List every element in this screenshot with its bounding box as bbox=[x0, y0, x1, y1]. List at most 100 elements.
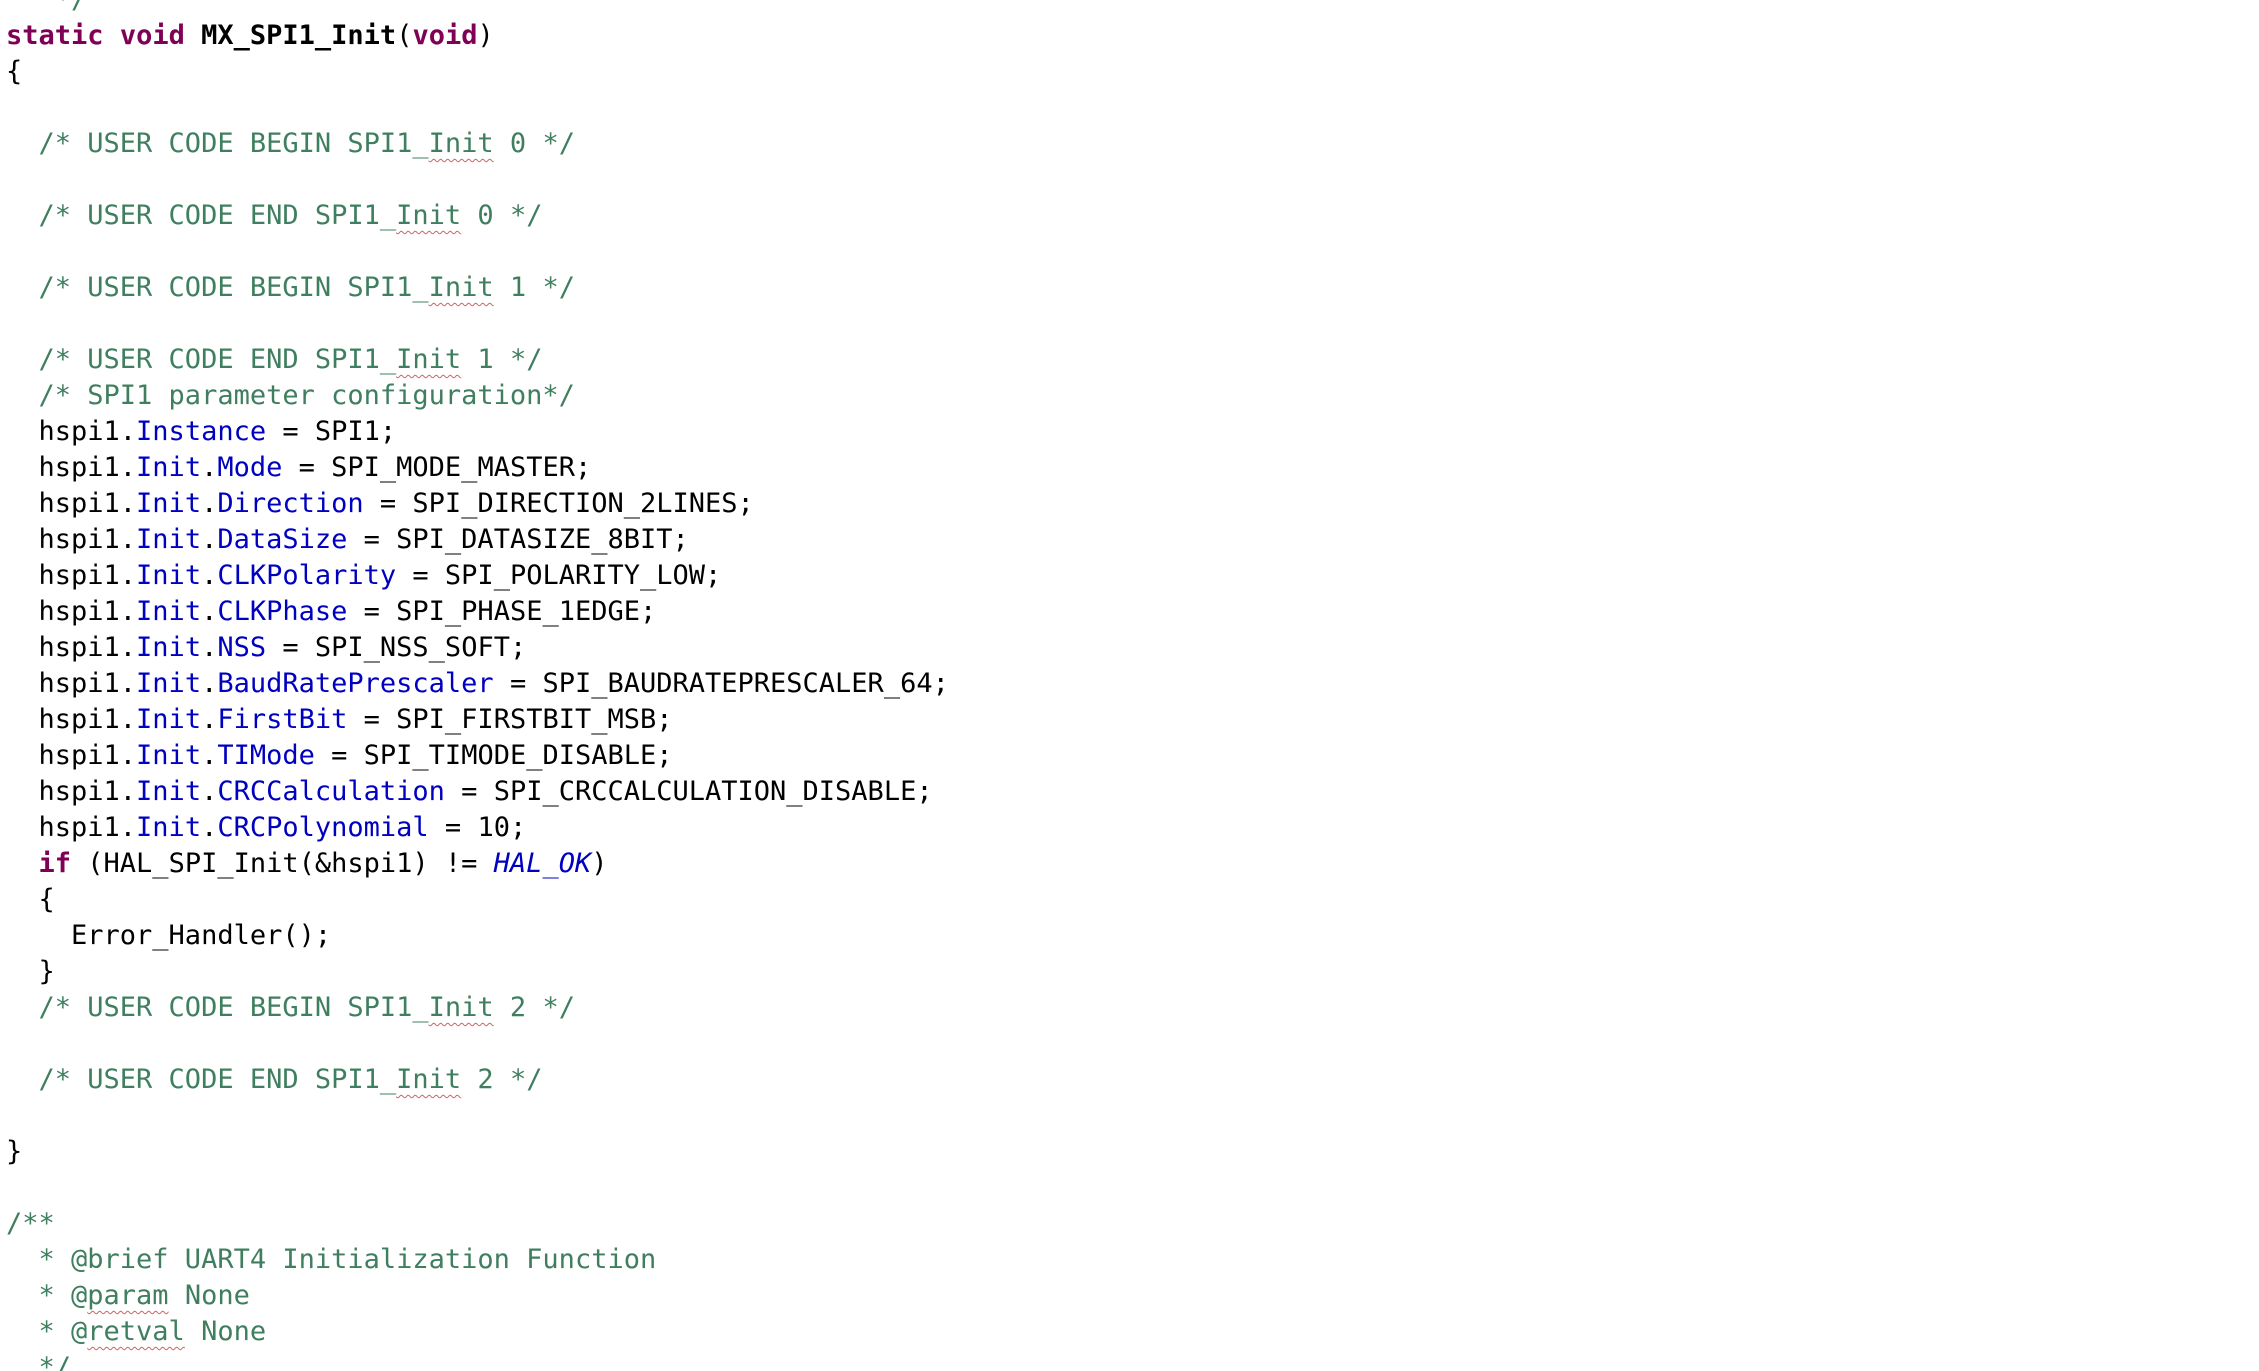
code-line[interactable]: * @brief UART4 Initialization Function bbox=[6, 1242, 949, 1278]
code-line[interactable]: /* USER CODE BEGIN SPI1_Init 0 */ bbox=[6, 126, 949, 162]
code-line[interactable]: /* USER CODE END SPI1_Init 0 */ bbox=[6, 198, 949, 234]
code-text: hspi1. bbox=[6, 488, 137, 519]
comment-token: None bbox=[168, 1280, 250, 1311]
code-line[interactable]: /* SPI1 parameter configuration*/ bbox=[6, 378, 949, 414]
field-token: Init bbox=[136, 452, 202, 483]
code-line[interactable]: hspi1.Init.FirstBit = SPI_FIRSTBIT_MSB; bbox=[6, 702, 949, 738]
spell-check-warning: Init bbox=[428, 272, 494, 303]
code-text: = SPI_NSS_SOFT; bbox=[266, 632, 527, 663]
field-token: DataSize bbox=[217, 524, 348, 555]
code-text-area[interactable]: */static void MX_SPI1_Init(void){ /* USE… bbox=[6, 0, 949, 1371]
code-text: = SPI_DIRECTION_2LINES; bbox=[363, 488, 754, 519]
code-text: . bbox=[201, 560, 218, 591]
comment-token: * @ bbox=[6, 1280, 88, 1311]
code-line[interactable]: static void MX_SPI1_Init(void) bbox=[6, 18, 949, 54]
code-line[interactable]: hspi1.Init.NSS = SPI_NSS_SOFT; bbox=[6, 630, 949, 666]
code-line[interactable] bbox=[6, 1098, 949, 1134]
keyword-token: if bbox=[38, 848, 72, 879]
comment-token: 0 */ bbox=[461, 200, 543, 231]
code-line[interactable] bbox=[6, 162, 949, 198]
code-text: hspi1. bbox=[6, 596, 137, 627]
code-line[interactable]: /** bbox=[6, 1206, 949, 1242]
code-text: = SPI_MODE_MASTER; bbox=[282, 452, 592, 483]
keyword-token: void bbox=[412, 20, 478, 51]
field-token: Init bbox=[136, 776, 202, 807]
field-token: Init bbox=[136, 704, 202, 735]
code-line[interactable]: if (HAL_SPI_Init(&hspi1) != HAL_OK) bbox=[6, 846, 949, 882]
code-text: Error_Handler(); bbox=[6, 920, 332, 951]
code-line[interactable]: /* USER CODE END SPI1_Init 1 */ bbox=[6, 342, 949, 378]
comment-token: 2 */ bbox=[493, 992, 575, 1023]
comment-token: /* USER CODE END SPI1_ bbox=[6, 200, 397, 231]
code-line[interactable]: { bbox=[6, 882, 949, 918]
code-line[interactable]: /* USER CODE END SPI1_Init 2 */ bbox=[6, 1062, 949, 1098]
code-line[interactable]: hspi1.Init.DataSize = SPI_DATASIZE_8BIT; bbox=[6, 522, 949, 558]
field-token: BaudRatePrescaler bbox=[217, 668, 494, 699]
code-line[interactable]: hspi1.Init.TIMode = SPI_TIMODE_DISABLE; bbox=[6, 738, 949, 774]
code-text: (HAL_SPI_Init(&hspi1) != bbox=[71, 848, 494, 879]
code-editor[interactable]: */static void MX_SPI1_Init(void){ /* USE… bbox=[0, 0, 2259, 1371]
code-text: hspi1. bbox=[6, 560, 137, 591]
comment-token: /* SPI1 parameter configuration*/ bbox=[6, 380, 575, 411]
field-token: FirstBit bbox=[217, 704, 348, 735]
code-text: hspi1. bbox=[6, 704, 137, 735]
code-text: { bbox=[6, 884, 55, 915]
code-text: hspi1. bbox=[6, 416, 137, 447]
code-line[interactable] bbox=[6, 1026, 949, 1062]
field-token: Init bbox=[136, 488, 202, 519]
code-text: hspi1. bbox=[6, 668, 137, 699]
code-line[interactable]: { bbox=[6, 54, 949, 90]
code-line[interactable]: hspi1.Init.Mode = SPI_MODE_MASTER; bbox=[6, 450, 949, 486]
code-line[interactable] bbox=[6, 1170, 949, 1206]
code-line[interactable]: hspi1.Init.CRCCalculation = SPI_CRCCALCU… bbox=[6, 774, 949, 810]
field-token: Init bbox=[136, 596, 202, 627]
field-token: Init bbox=[136, 524, 202, 555]
field-token: Instance bbox=[136, 416, 267, 447]
code-line[interactable]: } bbox=[6, 954, 949, 990]
comment-token: /* USER CODE END SPI1_ bbox=[6, 344, 397, 375]
code-line[interactable]: hspi1.Init.CLKPolarity = SPI_POLARITY_LO… bbox=[6, 558, 949, 594]
code-line[interactable]: } bbox=[6, 1134, 949, 1170]
comment-token: /* USER CODE END SPI1_ bbox=[6, 1064, 397, 1095]
comment-token: 1 */ bbox=[493, 272, 575, 303]
code-text: ) bbox=[591, 848, 608, 879]
code-line[interactable]: * @param None bbox=[6, 1278, 949, 1314]
code-line[interactable] bbox=[6, 90, 949, 126]
function-name-token: MX_SPI1_Init bbox=[201, 20, 397, 51]
code-line[interactable]: Error_Handler(); bbox=[6, 918, 949, 954]
code-line[interactable] bbox=[6, 306, 949, 342]
code-line[interactable]: hspi1.Init.CLKPhase = SPI_PHASE_1EDGE; bbox=[6, 594, 949, 630]
spell-check-warning: param bbox=[87, 1280, 169, 1311]
comment-token: 1 */ bbox=[461, 344, 543, 375]
enum-constant-token: HAL_OK bbox=[493, 848, 592, 879]
comment-token: 0 */ bbox=[493, 128, 575, 159]
code-line[interactable]: hspi1.Init.BaudRatePrescaler = SPI_BAUDR… bbox=[6, 666, 949, 702]
code-text: hspi1. bbox=[6, 632, 137, 663]
field-token: Init bbox=[136, 812, 202, 843]
spell-check-warning: Init bbox=[428, 992, 494, 1023]
code-line[interactable]: */ bbox=[6, 0, 949, 18]
code-text: = SPI1; bbox=[266, 416, 397, 447]
spell-check-warning: Init bbox=[396, 200, 462, 231]
code-text: hspi1. bbox=[6, 524, 137, 555]
field-token: Init bbox=[136, 740, 202, 771]
code-text: ( bbox=[396, 20, 413, 51]
spell-check-warning: Init bbox=[396, 1064, 462, 1095]
field-token: Init bbox=[136, 668, 202, 699]
code-line[interactable]: /* USER CODE BEGIN SPI1_Init 1 */ bbox=[6, 270, 949, 306]
code-line[interactable] bbox=[6, 234, 949, 270]
code-text: . bbox=[201, 524, 218, 555]
code-line[interactable]: hspi1.Init.Direction = SPI_DIRECTION_2LI… bbox=[6, 486, 949, 522]
code-line[interactable]: */ bbox=[6, 1350, 949, 1371]
code-text: = SPI_POLARITY_LOW; bbox=[396, 560, 722, 591]
comment-token: */ bbox=[6, 0, 88, 15]
code-text: . bbox=[201, 704, 218, 735]
field-token: CLKPolarity bbox=[217, 560, 397, 591]
field-token: CRCCalculation bbox=[217, 776, 445, 807]
code-line[interactable]: * @retval None bbox=[6, 1314, 949, 1350]
code-line[interactable]: hspi1.Instance = SPI1; bbox=[6, 414, 949, 450]
code-line[interactable]: /* USER CODE BEGIN SPI1_Init 2 */ bbox=[6, 990, 949, 1026]
code-line[interactable]: hspi1.Init.CRCPolynomial = 10; bbox=[6, 810, 949, 846]
keyword-token: static bbox=[6, 20, 104, 51]
comment-token: */ bbox=[6, 1352, 72, 1371]
